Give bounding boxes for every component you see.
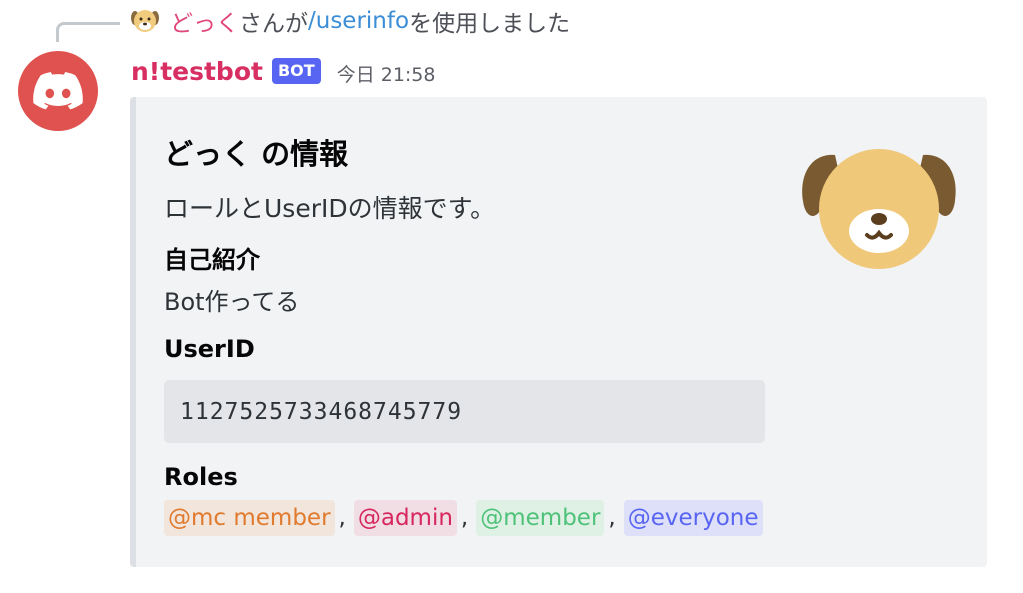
role-mention-member[interactable]: @member xyxy=(476,500,605,536)
field-name-userid: UserID xyxy=(164,335,255,363)
reply-text-suffix: を使用しました xyxy=(409,11,571,37)
embed-title: どっく の情報 xyxy=(164,137,349,171)
role-separator: , xyxy=(608,505,616,531)
roles-list: @mc member , @admin , @member , @everyon… xyxy=(164,499,763,537)
message-header: n!testbot BOT 今日 21:58 xyxy=(131,52,435,90)
role-mention-admin[interactable]: @admin xyxy=(353,500,457,536)
reply-text-middle: さんが xyxy=(239,11,308,37)
role-separator: , xyxy=(338,505,346,531)
reply-connector-line xyxy=(56,22,120,42)
reply-command-link[interactable]: /userinfo xyxy=(308,8,409,34)
discord-logo-icon xyxy=(33,72,83,110)
userid-code-block[interactable]: 1127525733468745779 xyxy=(164,380,765,443)
message-container: どっく さんが /userinfo を使用しました n!testbot BOT … xyxy=(0,0,1023,593)
author-name[interactable]: n!testbot xyxy=(131,57,263,86)
message-timestamp[interactable]: 今日 21:58 xyxy=(337,60,436,87)
role-separator: , xyxy=(460,505,469,531)
embed-description: ロールとUserIDの情報です。 xyxy=(164,194,496,223)
role-mention-mc-member[interactable]: @mc member xyxy=(164,500,335,536)
dog-face-icon[interactable] xyxy=(799,145,959,275)
field-value-bio: Bot作ってる xyxy=(164,288,300,316)
role-mention-everyone[interactable]: @everyone xyxy=(623,500,763,536)
dog-face-icon[interactable] xyxy=(130,6,160,36)
avatar[interactable] xyxy=(18,51,98,131)
field-name-roles: Roles xyxy=(164,463,238,491)
embed-card: どっく の情報 ロールとUserIDの情報です。 自己紹介 Bot作ってる Us… xyxy=(130,97,987,567)
reply-username[interactable]: どっく xyxy=(170,4,239,38)
field-name-bio: 自己紹介 xyxy=(164,246,260,274)
bot-tag-badge: BOT xyxy=(271,58,321,84)
reply-context[interactable]: どっく さんが /userinfo を使用しました xyxy=(130,4,570,38)
